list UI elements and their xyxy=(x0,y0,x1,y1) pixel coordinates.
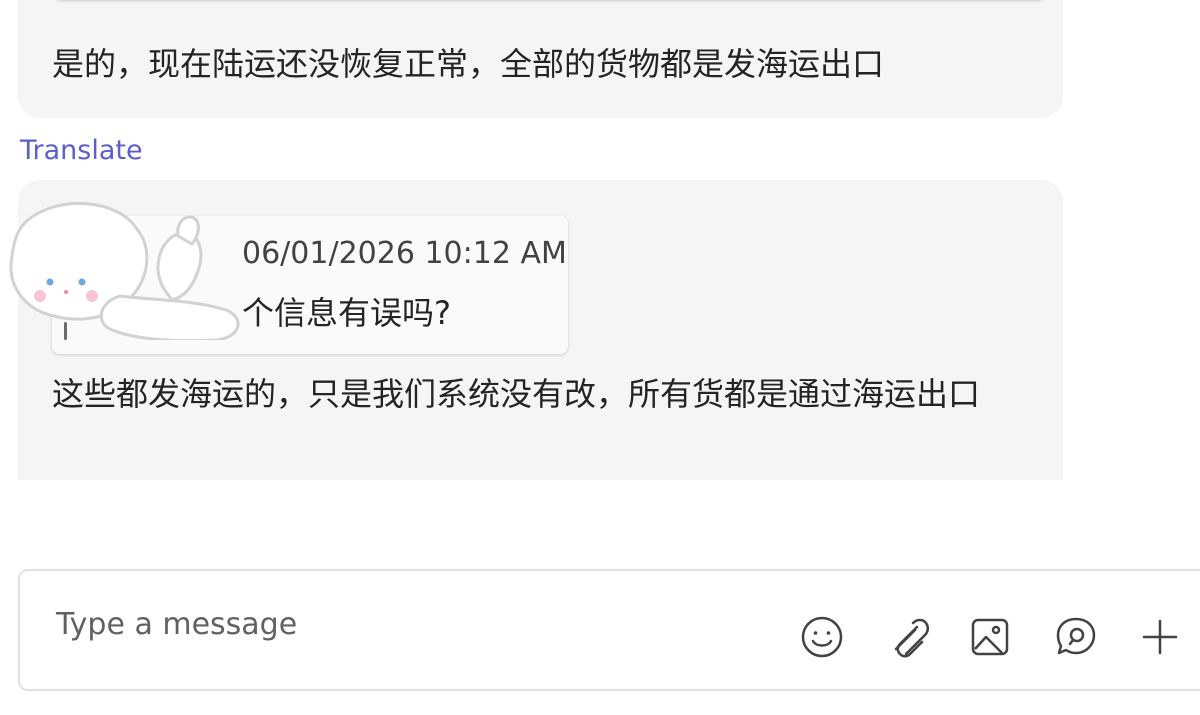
message-text: 这些都发海运的，只是我们系统没有改，所有货都是通过海运出口 xyxy=(52,375,981,413)
message-composer[interactable]: Type a message xyxy=(18,569,1200,691)
message-input[interactable]: Type a message xyxy=(56,607,297,642)
paperclip-icon[interactable] xyxy=(882,613,930,661)
message-text: 是的，现在陆运还没恢复正常，全部的货物都是发海运出口 xyxy=(52,45,885,83)
translate-link[interactable]: Translate xyxy=(20,135,143,166)
quoted-timestamp: 06/01/2026 10:12 AM xyxy=(242,236,567,271)
image-icon[interactable] xyxy=(966,613,1014,661)
message-bubble: 是的，现在陆运还没恢复正常，全部的货物都是发海运出口 xyxy=(18,0,1063,118)
quoted-text: 个信息有误吗? xyxy=(242,294,451,332)
plus-icon[interactable] xyxy=(1136,613,1184,661)
loop-icon[interactable] xyxy=(1052,613,1100,661)
bunny-sticker xyxy=(9,201,240,340)
emoji-icon[interactable] xyxy=(798,613,846,661)
message-bubble: 06/01/2026 10:12 AM 个信息有误吗? 这些都发海运的，只是我们… xyxy=(9,180,1063,480)
